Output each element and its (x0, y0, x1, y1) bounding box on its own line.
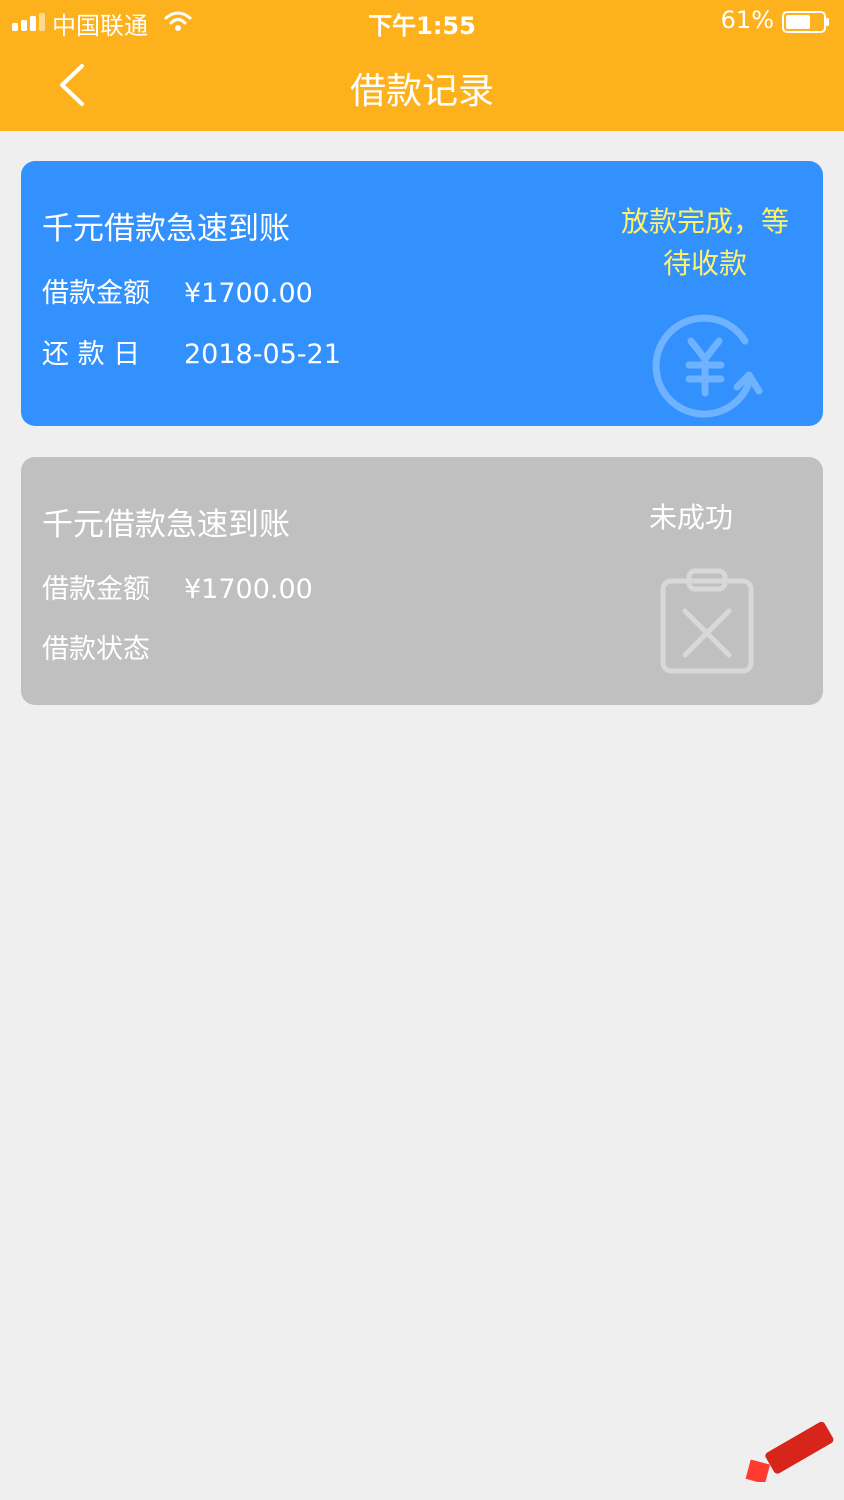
page-title: 借款记录 (349, 71, 494, 112)
app-header: 中国联通 下午1:55 61% 借款记录 (0, 0, 844, 131)
status-time: 下午1:55 (368, 12, 476, 40)
clipboard-x-icon (660, 568, 754, 674)
battery-icon (782, 11, 829, 33)
loan-status: 放款完成，等 待收款 (615, 201, 795, 285)
loan-state-label: 借款状态 (42, 634, 150, 665)
loan-amount-value: ¥1700.00 (184, 278, 313, 309)
repayment-date-row: 还 款 日 2018-05-21 (42, 332, 341, 371)
loan-record-card[interactable]: 千元借款急速到账 借款金额 ¥1700.00 借款状态 未成功 (21, 457, 823, 705)
loan-state-row: 借款状态 (42, 627, 184, 666)
loan-amount-label: 借款金额 (42, 278, 150, 309)
loan-product-title: 千元借款急速到账 (42, 507, 290, 543)
loan-status-line-1: 放款完成，等 (620, 205, 789, 238)
loan-status-line-2: 待收款 (662, 247, 747, 280)
loan-status: 未成功 (648, 501, 733, 534)
loan-product-title: 千元借款急速到账 (42, 211, 290, 247)
loan-amount-value: ¥1700.00 (184, 574, 313, 605)
status-bar: 中国联通 下午1:55 61% (0, 0, 844, 44)
yuan-refresh-icon (652, 314, 763, 418)
watermark-logo-icon (745, 1422, 834, 1482)
battery-percent: 61% (720, 6, 774, 34)
loan-amount-row: 借款金额 ¥1700.00 (42, 567, 313, 606)
loan-amount-label: 借款金额 (42, 574, 150, 605)
repayment-date-label: 还 款 日 (42, 339, 141, 370)
loan-record-card[interactable]: 千元借款急速到账 借款金额 ¥1700.00 还 款 日 2018-05-21 放款… (21, 161, 823, 426)
repayment-date-value: 2018-05-21 (184, 339, 341, 370)
loan-amount-row: 借款金额 ¥1700.00 (42, 271, 313, 310)
